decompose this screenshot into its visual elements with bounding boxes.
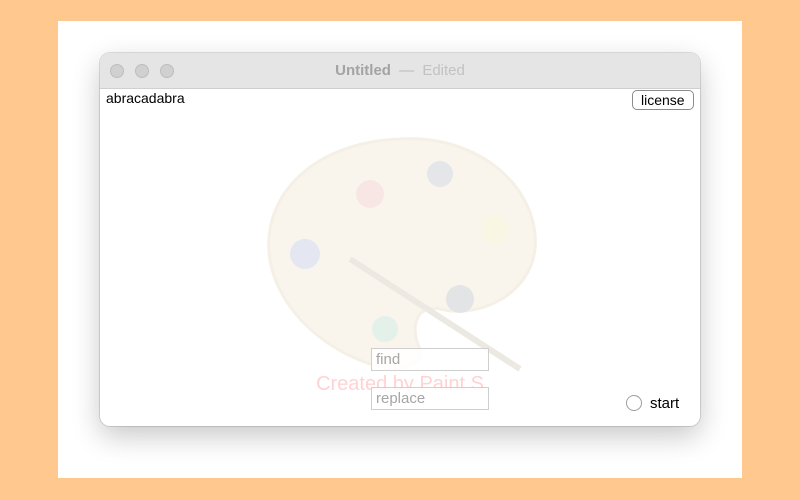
window-title: Untitled — Edited: [100, 53, 700, 89]
document-text[interactable]: abracadabra: [106, 90, 185, 106]
start-label: start: [650, 394, 680, 412]
edited-status: Edited: [422, 62, 465, 79]
start-option[interactable]: start: [626, 392, 679, 414]
app-window: Untitled — Edited Created by Paint S abr…: [100, 53, 700, 426]
title-separator: —: [399, 62, 415, 79]
palette-watermark-icon: [267, 137, 537, 372]
document-canvas[interactable]: Created by Paint S abracadabra license s…: [100, 89, 700, 426]
license-button[interactable]: license: [632, 90, 694, 110]
title-bar: Untitled — Edited: [100, 53, 700, 89]
replace-field[interactable]: [371, 387, 489, 410]
find-field[interactable]: [371, 348, 489, 371]
start-radio[interactable]: [626, 395, 642, 411]
document-name: Untitled: [335, 62, 391, 79]
